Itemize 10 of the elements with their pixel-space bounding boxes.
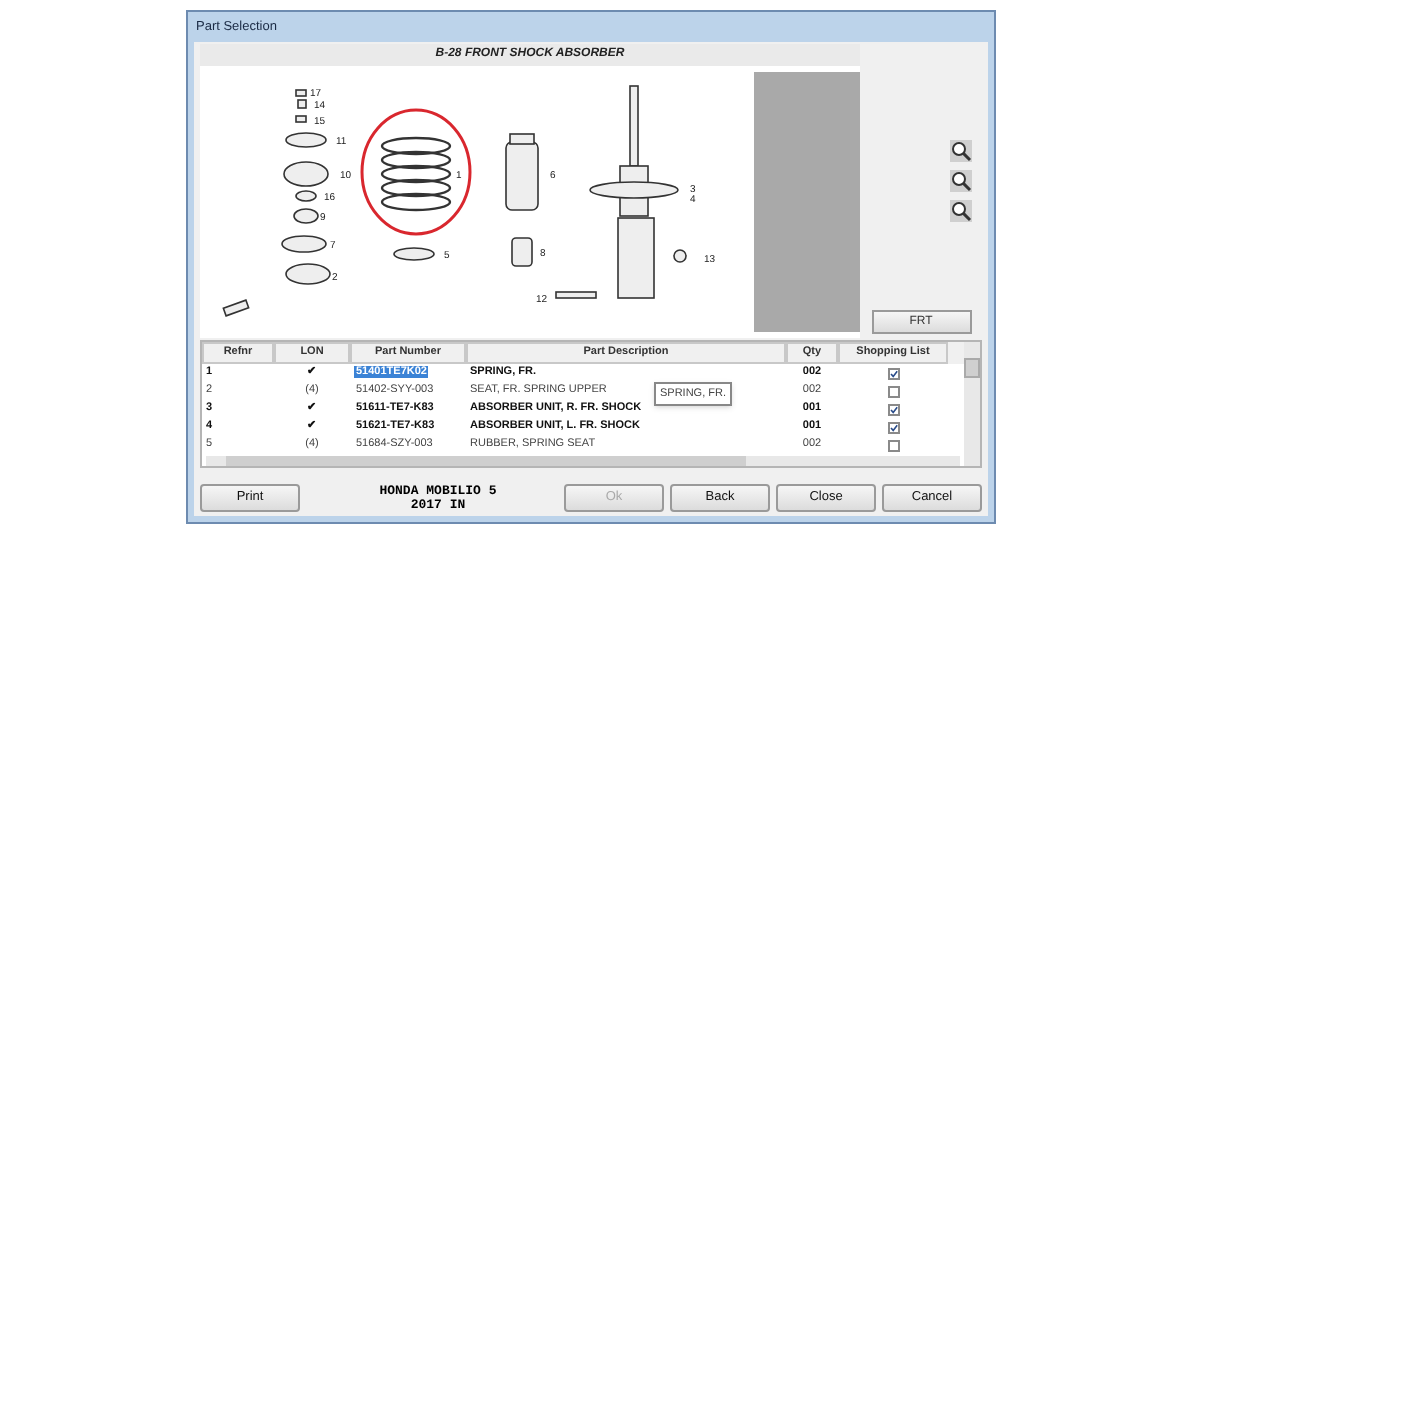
checkbox[interactable] [887,385,899,397]
checkbox[interactable] [887,421,899,433]
checkbox[interactable] [887,367,899,379]
checkbox[interactable] [887,403,899,415]
magnifier-icon[interactable] [950,170,972,192]
zoom-out-icon[interactable] [950,200,972,222]
checkbox[interactable] [887,439,899,451]
vertical-scrollbar[interactable] [964,342,980,466]
zoom-in-icon[interactable] [950,140,972,162]
horizontal-scrollbar[interactable] [206,456,960,466]
